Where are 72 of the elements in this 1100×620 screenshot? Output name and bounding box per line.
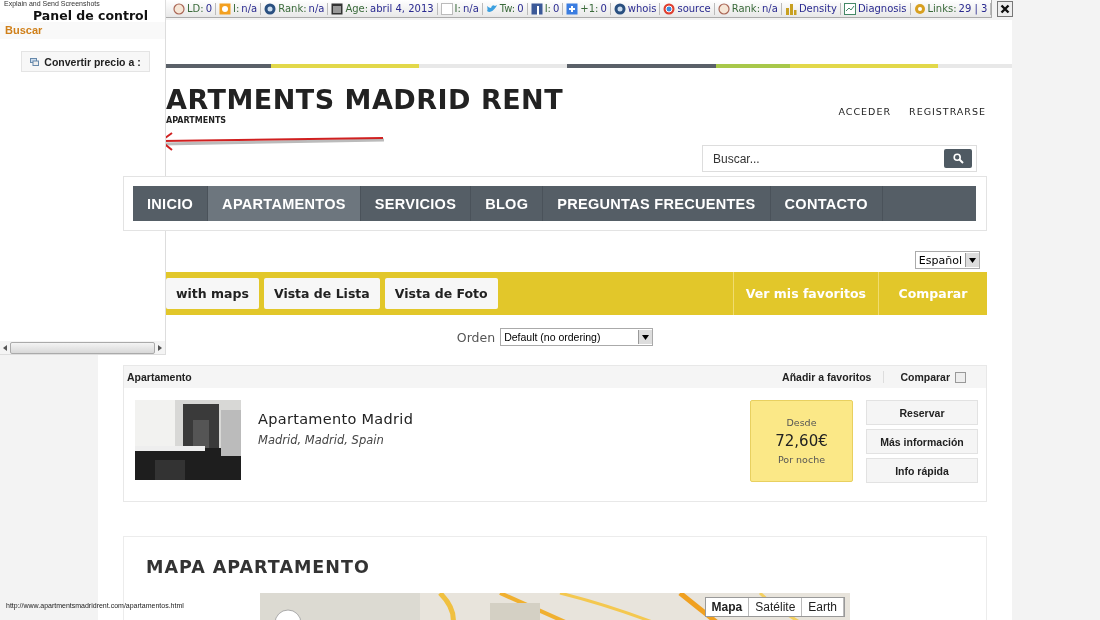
toolbar-label: Rank:: [278, 3, 307, 14]
listing-action-button[interactable]: Reservar: [866, 400, 978, 425]
windows-icon: [30, 57, 40, 66]
logo-tagline: APARTMENTS: [166, 116, 228, 125]
nav-tab[interactable]: BLOG: [471, 186, 544, 221]
price-unit: Por noche: [777, 454, 826, 465]
map-type-button[interactable]: Satélite: [749, 598, 803, 616]
price-from: Desde: [786, 417, 817, 428]
toolbar-value[interactable]: n/a: [308, 3, 325, 14]
column-header: Apartamento: [126, 371, 193, 383]
toolbar-value[interactable]: abril 4, 2013: [370, 3, 434, 14]
site-logo[interactable]: ARTMENTS MADRID RENT: [166, 86, 564, 114]
toolbar-value[interactable]: n/a: [241, 3, 258, 14]
toolbar-label: Tw:: [499, 3, 516, 14]
toolbar-label: I:: [233, 3, 240, 14]
toolbar-label: LD:: [187, 3, 204, 14]
caret-icon: [642, 334, 650, 340]
view-button[interactable]: Vista de Foto: [384, 278, 498, 309]
toolbar-value[interactable]: 0: [205, 3, 212, 14]
nav-tab[interactable]: PREGUNTAS FRECUENTES: [543, 186, 771, 221]
panel-title: Panel de control: [33, 9, 148, 23]
horizontal-scrollbar[interactable]: [0, 341, 165, 354]
toolbar-label: +1:: [580, 3, 599, 14]
toolbar-value[interactable]: n/a: [762, 3, 778, 14]
blank-icon: [440, 2, 453, 15]
toolbar-value[interactable]: whois: [627, 3, 657, 14]
section-heading: MAPA APARTAMENTO: [146, 557, 371, 577]
listing-title[interactable]: Apartamento Madrid: [258, 411, 750, 427]
search-field[interactable]: Buscar...: [702, 145, 977, 172]
toolbar-value[interactable]: 29 | 3: [958, 3, 988, 14]
price-value: 72,60€: [775, 432, 828, 450]
toolbar-label: Links:: [927, 3, 957, 14]
toolbar-value[interactable]: source: [677, 3, 711, 14]
globe-icon: [264, 2, 277, 15]
caret-icon: [969, 257, 976, 263]
column-header: Comparar: [900, 371, 950, 383]
toolbar-value[interactable]: Density: [798, 3, 837, 14]
view-button[interactable]: Vista de Lista: [263, 278, 380, 309]
language-select[interactable]: Español: [914, 251, 980, 269]
map-type-button[interactable]: Mapa: [705, 598, 750, 616]
nav-tab[interactable]: CONTACTO: [770, 186, 883, 221]
listing-location: Madrid, Madrid, Spain: [258, 433, 385, 447]
nav-tab[interactable]: SERVICIOS: [360, 186, 472, 221]
search-button[interactable]: [944, 149, 972, 168]
toolbar-label: Rank:: [731, 3, 761, 14]
listing-action-button[interactable]: Más información: [866, 429, 978, 454]
bars-icon: [784, 2, 797, 15]
chart-icon: [843, 2, 856, 15]
order-select[interactable]: Default (no ordering): [500, 328, 654, 346]
search-icon: [952, 153, 964, 164]
toolbar-label: I:: [454, 3, 461, 14]
globe-icon: [613, 2, 626, 15]
toolbar-value[interactable]: 0: [517, 3, 524, 14]
close-button[interactable]: [997, 1, 1014, 17]
toolbar-label: Age:: [345, 3, 369, 14]
toolbar-value[interactable]: Diagnosis: [857, 3, 907, 14]
toolbar-value[interactable]: n/a: [462, 3, 479, 14]
nav-tab[interactable]: APARTAMENTOS: [208, 186, 361, 221]
listing-action-button[interactable]: Info rápida: [866, 458, 978, 483]
view-button[interactable]: with maps: [166, 278, 259, 309]
search-input[interactable]: Buscar...: [711, 150, 915, 167]
compare-checkbox[interactable]: [955, 371, 966, 383]
map-type-button[interactable]: Earth: [802, 598, 844, 616]
bird-icon: [485, 2, 498, 15]
toolbar-value[interactable]: 0: [552, 3, 560, 14]
ring-icon: [663, 2, 676, 15]
order-label: Orden: [456, 329, 496, 345]
column-header[interactable]: Añadir a favoritos: [782, 371, 885, 383]
plus-icon: [566, 2, 579, 15]
convert-price-button[interactable]: Convertir precio a :: [21, 51, 150, 72]
toolbar-label: I:: [544, 3, 551, 14]
toolbar-value[interactable]: 0: [600, 3, 607, 14]
